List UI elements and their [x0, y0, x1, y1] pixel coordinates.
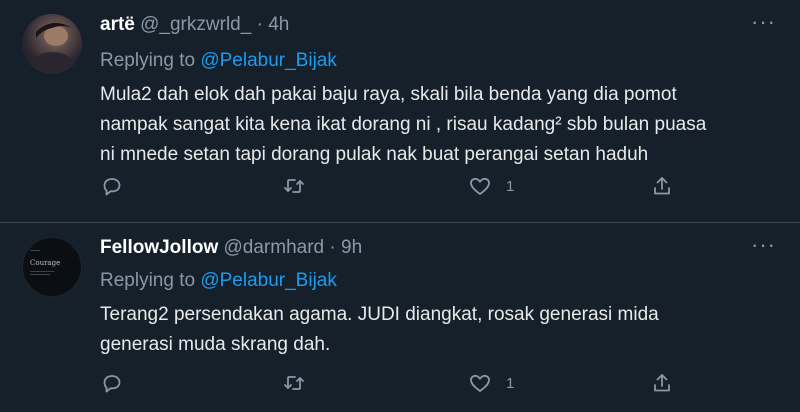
more-icon[interactable]: ··· — [751, 232, 776, 258]
avatar[interactable] — [22, 14, 82, 74]
tweet-text: Terang2 persendakan agama. JUDI diangkat… — [100, 300, 760, 360]
avatar-decoration — [30, 271, 54, 272]
tweet-header: FellowJollow @darmhard · 9h — [100, 237, 362, 259]
timestamp[interactable]: 9h — [341, 237, 362, 258]
share-button[interactable] — [650, 371, 674, 395]
separator-dot: · — [256, 14, 263, 35]
avatar-decoration — [30, 250, 40, 251]
action-bar: 1 — [100, 174, 680, 202]
display-name[interactable]: artë — [100, 14, 135, 35]
avatar-text: Courage — [30, 259, 61, 267]
retweet-icon — [284, 179, 304, 193]
mention-link[interactable]: @Pelabur_Bijak — [200, 50, 337, 71]
tweet-text-line: ni mnede setan tapi dorang pulak nak bua… — [100, 144, 649, 165]
retweet-button[interactable] — [282, 174, 306, 198]
like-count: 1 — [506, 374, 515, 392]
timestamp[interactable]: 4h — [268, 14, 289, 35]
share-button[interactable] — [650, 174, 674, 198]
replying-to: Replying to @Pelabur_Bijak — [100, 270, 337, 292]
separator-dot: · — [329, 237, 336, 258]
like-button[interactable]: 1 — [468, 371, 514, 395]
reply-button[interactable] — [100, 371, 124, 395]
like-count: 1 — [506, 177, 515, 195]
more-icon[interactable]: ··· — [751, 9, 776, 35]
share-icon — [654, 374, 670, 392]
user-handle[interactable]: @darmhard — [224, 237, 325, 258]
tweet-header: artë @_grkzwrld_ · 4h — [100, 14, 289, 36]
like-icon — [470, 177, 490, 195]
tweet[interactable]: artë @_grkzwrld_ · 4h ··· Replying to @P… — [0, 0, 800, 223]
tweet-text-line: Mula2 dah elok dah pakai baju raya, skal… — [100, 84, 677, 105]
replying-to: Replying to @Pelabur_Bijak — [100, 50, 337, 72]
mention-link[interactable]: @Pelabur_Bijak — [200, 270, 337, 291]
tweet-text-line: nampak sangat kita kena ikat dorang ni ,… — [100, 114, 707, 135]
tweet-text: Mula2 dah elok dah pakai baju raya, skal… — [100, 80, 760, 170]
like-icon — [470, 374, 490, 392]
share-icon — [654, 177, 670, 195]
action-bar: 1 — [100, 371, 680, 399]
display-name[interactable]: FellowJollow — [100, 237, 218, 258]
retweet-button[interactable] — [282, 371, 306, 395]
reply-icon — [103, 178, 121, 196]
avatar-decoration — [30, 274, 50, 275]
tweet[interactable]: Courage FellowJollow @darmhard · 9h ··· … — [0, 223, 800, 412]
reply-button[interactable] — [100, 174, 124, 198]
replying-to-label: Replying to — [100, 50, 196, 71]
tweet-text-line: generasi muda skrang dah. — [100, 334, 331, 355]
replying-to-label: Replying to — [100, 270, 196, 291]
avatar[interactable]: Courage — [22, 237, 82, 297]
tweet-text-line: Terang2 persendakan agama. JUDI diangkat… — [100, 304, 659, 325]
reply-icon — [103, 375, 121, 393]
like-button[interactable]: 1 — [468, 174, 514, 198]
user-handle[interactable]: @_grkzwrld_ — [140, 14, 251, 35]
retweet-icon — [284, 376, 304, 390]
